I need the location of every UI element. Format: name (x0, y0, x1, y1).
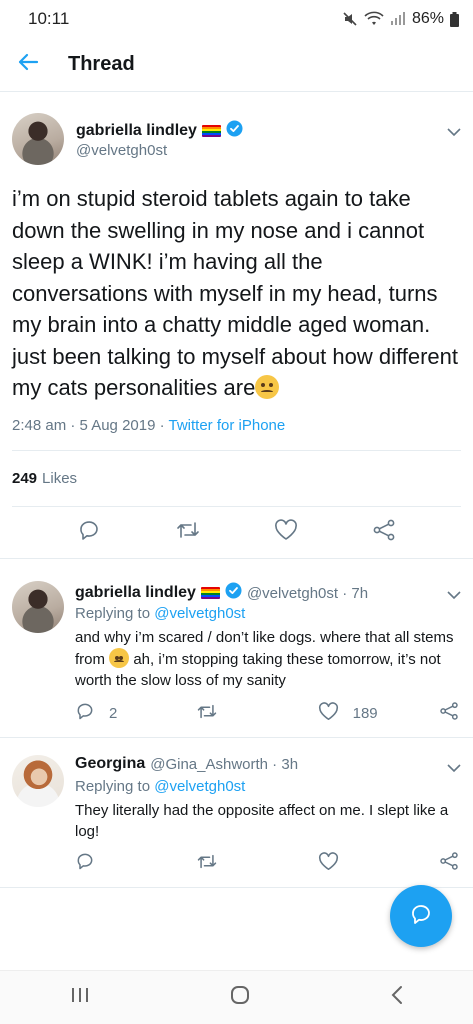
reply-icon (75, 701, 95, 725)
battery-icon (450, 11, 459, 27)
reply-actions (75, 851, 459, 875)
like-icon[interactable] (274, 518, 298, 546)
tweet-source-link[interactable]: Twitter for iPhone (169, 417, 286, 434)
page-title: Thread (68, 53, 135, 75)
share-icon (439, 701, 459, 725)
replying-to-label: Replying to (75, 605, 155, 622)
reply-button[interactable] (75, 851, 135, 875)
like-icon (318, 701, 339, 725)
app-header: Thread (0, 38, 473, 92)
avatar[interactable] (12, 755, 64, 807)
retweet-icon (196, 852, 218, 875)
compose-reply-button[interactable] (390, 885, 452, 947)
share-button[interactable] (439, 701, 459, 725)
reply-author-name: Georgina (75, 755, 146, 772)
status-time: 10:11 (28, 9, 70, 28)
retweet-icon (196, 702, 218, 725)
replying-to-label: Replying to (75, 778, 155, 795)
reply-author-line[interactable]: Georgina @Gina_Ashworth · 3h (75, 755, 298, 773)
status-bar: 10:11 86% (0, 0, 473, 38)
reply-icon[interactable] (77, 518, 101, 547)
reply-tweet[interactable]: gabriella lindley @velvetgh0st · 7h Repl… (0, 565, 473, 738)
replying-to: Replying to @velvetgh0st (75, 604, 461, 624)
likes-count: 249 (12, 469, 38, 487)
replying-to-link[interactable]: @velvetgh0st (154, 778, 245, 795)
back-arrow-icon (17, 52, 39, 77)
author-handle[interactable]: @velvetgh0st (76, 142, 167, 159)
main-tweet-actions (0, 507, 473, 559)
reply-icon (75, 851, 95, 875)
share-button[interactable] (439, 851, 459, 875)
status-icons: 86% (342, 10, 459, 28)
reply-body: Replying to @velvetgh0st They literally … (75, 777, 461, 842)
tweet-meta: 2:48 am · 5 Aug 2019 · Twitter for iPhon… (12, 417, 461, 451)
chevron-down-icon[interactable] (447, 760, 461, 778)
tweet-text: i’m on stupid steroid tablets again to t… (0, 183, 473, 404)
avatar[interactable] (12, 581, 64, 633)
author-line[interactable]: gabriella lindley (76, 120, 243, 142)
share-icon (439, 851, 459, 875)
chevron-down-icon[interactable] (447, 587, 461, 605)
reply-author-line[interactable]: gabriella lindley @velvetgh0st · 7h (75, 582, 368, 604)
chevron-down-icon[interactable] (447, 124, 461, 142)
author-name: gabriella lindley (76, 122, 197, 139)
compose-reply-icon (409, 902, 433, 931)
main-tweet-header: gabriella lindley @velvetgh0st (0, 93, 473, 183)
replying-to-link[interactable]: @velvetgh0st (154, 605, 245, 622)
main-tweet: gabriella lindley @velvetgh0st i’m on st… (0, 93, 473, 559)
replying-to: Replying to @velvetgh0st (75, 777, 461, 797)
tweet-text-content: i’m on stupid steroid tablets again to t… (12, 186, 458, 400)
reply-text: and why i’m scared / don’t like dogs. wh… (75, 627, 461, 691)
likes-summary[interactable]: 249 Likes (12, 451, 461, 507)
recents-icon[interactable] (69, 986, 91, 1009)
back-icon[interactable] (390, 985, 404, 1010)
reply-actions: 2 189 (75, 701, 459, 725)
wifi-icon (364, 11, 384, 27)
like-count: 189 (352, 704, 378, 722)
retweet-button[interactable] (196, 702, 256, 725)
reply-text-part2: ah, i’m stopping taking these tomorrow, … (75, 651, 441, 689)
retweet-button[interactable] (196, 852, 256, 875)
mute-icon (342, 11, 358, 27)
reply-handle-time: @velvetgh0st · 7h (246, 584, 369, 602)
avatar[interactable] (12, 113, 64, 165)
like-button[interactable]: 189 (318, 701, 378, 725)
verified-badge-icon (226, 120, 243, 142)
battery-percent: 86% (411, 10, 444, 27)
share-icon[interactable] (372, 518, 396, 547)
laughing-tears-emoji-icon (109, 648, 130, 668)
like-icon (318, 851, 339, 875)
woozy-face-emoji-icon (255, 375, 280, 399)
reply-button[interactable]: 2 (75, 701, 135, 725)
rainbow-flag-icon (201, 125, 221, 137)
tweet-timestamp: 2:48 am · 5 Aug 2019 · (12, 416, 169, 434)
back-button[interactable] (0, 38, 56, 92)
home-icon[interactable] (229, 984, 251, 1011)
system-nav-bar (0, 970, 473, 1024)
reply-body: Replying to @velvetgh0st and why i’m sca… (75, 604, 461, 691)
reply-text: They literally had the opposite affect o… (75, 802, 449, 840)
signal-icon (390, 12, 406, 26)
reply-handle-time: @Gina_Ashworth · 3h (150, 755, 299, 773)
reply-tweet[interactable]: Georgina @Gina_Ashworth · 3h Replying to… (0, 738, 473, 888)
rainbow-flag-icon (200, 587, 220, 599)
reply-count: 2 (109, 704, 118, 722)
reply-author-name: gabriella lindley (75, 584, 196, 601)
likes-label: Likes (42, 469, 78, 487)
retweet-icon[interactable] (175, 519, 201, 546)
verified-badge-icon (225, 582, 242, 604)
like-button[interactable] (318, 851, 378, 875)
